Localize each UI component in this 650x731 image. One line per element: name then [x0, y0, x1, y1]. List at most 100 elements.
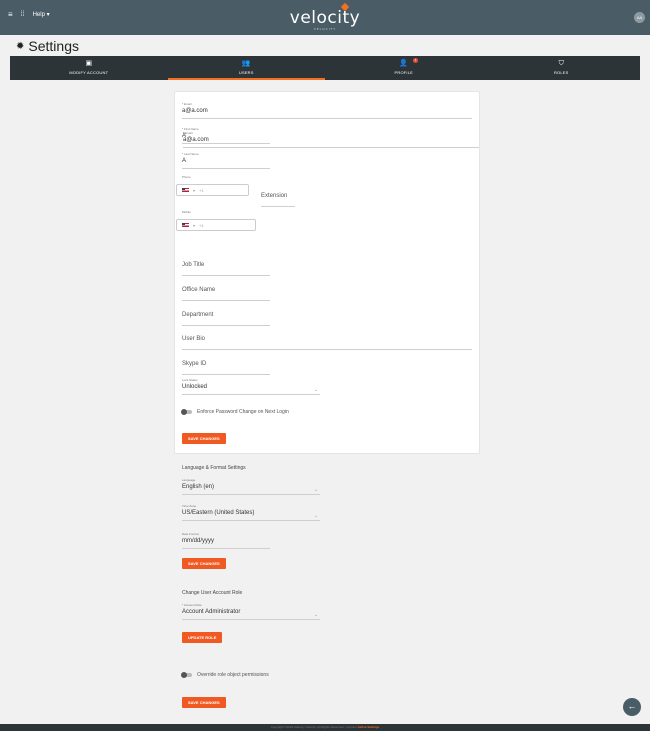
enforce-password-toggle[interactable] [181, 409, 192, 415]
page-title-text: Settings [28, 38, 79, 54]
update-role-button[interactable]: Update Role [182, 632, 223, 643]
account-role-label: * Account Role [182, 603, 202, 607]
tab-label: Modify Account [69, 70, 109, 75]
tab-users[interactable]: 👥 Users [167, 56, 326, 80]
save-language-button[interactable]: Save Changes [182, 558, 226, 569]
last-name-field[interactable]: * Last Name A [182, 152, 270, 169]
timezone-value: US/Eastern (United States) [182, 510, 255, 516]
us-flag-icon[interactable] [182, 188, 189, 192]
chevron-down-icon: ▾ [193, 222, 196, 228]
account-card-icon: ▣ [85, 60, 93, 67]
field-underline [182, 117, 472, 119]
language-value: English (en) [182, 484, 215, 490]
settings-tabs: ▣ Modify Account 👥 Users 👤 1 Profile ⛉ R… [10, 56, 640, 80]
email-label: * Email [182, 102, 192, 106]
field-underline [261, 205, 295, 207]
users-icon: 👥 [241, 60, 251, 67]
footer-link[interactable]: Active Settings [358, 725, 380, 729]
account-role-value: Account Administrator [182, 609, 241, 615]
save-changes-button[interactable]: Save Changes [182, 433, 226, 444]
lock-status-value: Unlocked [182, 384, 208, 390]
date-format-field[interactable]: Date Format mm/dd/yyyy [182, 532, 270, 549]
email-field[interactable]: * Email a@a.com [182, 102, 472, 119]
footer-text: Copyright ©2024 Atlas by Velocity. All R… [270, 725, 357, 729]
timezone-label: Time Zone [182, 504, 197, 508]
tab-label: Users [238, 70, 254, 75]
back-arrow-button[interactable]: ← [623, 698, 641, 716]
save-permissions-button[interactable]: Save Changes [182, 697, 226, 708]
enforce-password-label: Enforce Password Change on Next Login [197, 409, 289, 415]
job-title-field[interactable]: Job Title [182, 253, 270, 276]
person-icon: 👤 [399, 60, 409, 67]
gear-icon: ✹ [16, 40, 25, 52]
phone-input[interactable]: ▾ +1 [176, 184, 249, 196]
first-name-label: * First Name [182, 127, 199, 131]
brand-subtitle: VELOCITY [313, 27, 337, 31]
department-placeholder: Department [182, 312, 214, 318]
enforce-password-toggle-row: Enforce Password Change on Next Login [181, 409, 289, 415]
field-underline [182, 142, 270, 144]
phone-country-code: +1 [199, 187, 204, 193]
office-name-placeholder: Office Name [182, 287, 216, 293]
field-underline [182, 493, 320, 495]
field-underline [182, 299, 270, 301]
date-format-input[interactable]: mm/dd/yyyy [182, 538, 270, 544]
user-bio-field[interactable]: User Bio [182, 327, 472, 350]
field-underline [182, 167, 270, 169]
brand-name: velocity [289, 8, 361, 28]
us-flag-icon[interactable] [182, 223, 189, 227]
tab-roles[interactable]: ⛉ Roles [483, 56, 641, 80]
skype-id-field[interactable]: Skype ID [182, 352, 270, 375]
role-section-title: Change User Account Role [182, 590, 243, 596]
last-name-label: * Last Name [182, 152, 199, 156]
office-name-field[interactable]: Office Name [182, 278, 270, 301]
top-bar: ≡ ⁞⁞ Help ▾ velocity VELOCITY AA [0, 0, 650, 35]
language-label: Language [182, 478, 196, 482]
chevron-down-icon: ⌄ [313, 513, 318, 519]
field-underline [182, 393, 320, 395]
mobile-country-code: +1 [199, 222, 204, 228]
tab-profile[interactable]: 👤 1 Profile [325, 56, 483, 80]
field-underline [182, 348, 472, 350]
shield-icon: ⛉ [558, 60, 564, 67]
mobile-input[interactable]: ▾ +1 [176, 219, 256, 231]
field-underline [182, 547, 270, 549]
date-format-label: Date Format [182, 532, 199, 536]
email-input[interactable]: a@a.com [182, 108, 472, 114]
extension-placeholder: Extension [261, 193, 288, 199]
tab-label: Roles [553, 70, 569, 75]
lock-status-select[interactable]: Lock Status Unlocked ⌄ [182, 378, 320, 395]
skype-id-placeholder: Skype ID [182, 361, 207, 367]
notification-badge: 1 [413, 58, 418, 63]
field-underline [183, 146, 479, 148]
lock-status-label: Lock Status [182, 378, 198, 382]
chevron-down-icon: ▾ [193, 187, 196, 193]
last-name-input[interactable]: A [182, 158, 270, 164]
account-role-select[interactable]: * Account Role Account Administrator ⌄ [182, 603, 320, 620]
field-underline [182, 618, 320, 620]
tab-modify-account[interactable]: ▣ Modify Account [10, 56, 168, 80]
user-bio-placeholder: User Bio [182, 336, 206, 342]
first-name-input[interactable]: A [182, 133, 270, 139]
language-select[interactable]: Language English (en) ⌄ [182, 478, 320, 495]
chevron-down-icon: ⌄ [313, 387, 318, 393]
timezone-select[interactable]: Time Zone US/Eastern (United States) ⌄ [182, 504, 320, 521]
arrow-left-icon: ← [627, 701, 637, 711]
first-name-field[interactable]: * First Name A [182, 127, 270, 144]
department-field[interactable]: Department [182, 303, 270, 326]
chevron-down-icon: ⌄ [313, 487, 318, 493]
override-permissions-label: Override role object permissions [197, 672, 269, 678]
field-underline [182, 324, 270, 326]
field-underline [182, 274, 270, 276]
mobile-label: Mobile [182, 210, 191, 214]
phone-label: Phone [182, 175, 191, 179]
user-avatar[interactable]: AA [634, 12, 645, 23]
override-permissions-toggle[interactable] [181, 672, 192, 678]
field-underline [182, 373, 270, 375]
override-permissions-toggle-row: Override role object permissions [181, 672, 269, 678]
job-title-placeholder: Job Title [182, 262, 205, 268]
page-title: ✹ Settings [16, 38, 79, 54]
extension-field[interactable]: Extension [261, 184, 295, 207]
brand-logo: velocity VELOCITY [0, 2, 650, 31]
phone-label-wrap: Phone [182, 175, 191, 179]
